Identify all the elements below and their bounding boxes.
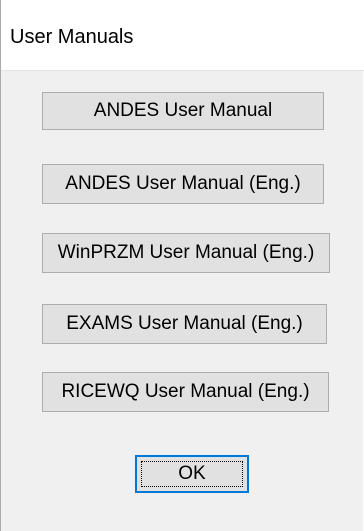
andes-user-manual-button[interactable]: ANDES User Manual (42, 92, 324, 130)
ok-button[interactable]: OK (135, 455, 249, 493)
user-manuals-dialog: User Manuals ANDES User Manual ANDES Use… (0, 0, 364, 531)
exams-user-manual-eng-button[interactable]: EXAMS User Manual (Eng.) (42, 304, 327, 344)
title-bar[interactable]: User Manuals (1, 0, 364, 70)
andes-user-manual-eng-button[interactable]: ANDES User Manual (Eng.) (42, 164, 324, 204)
window-title: User Manuals (10, 26, 134, 48)
winprzm-user-manual-eng-button[interactable]: WinPRZM User Manual (Eng.) (42, 233, 330, 273)
title-bar-separator (1, 70, 364, 71)
ricewq-user-manual-eng-button[interactable]: RICEWQ User Manual (Eng.) (42, 372, 329, 412)
ok-button-label: OK (178, 463, 206, 484)
